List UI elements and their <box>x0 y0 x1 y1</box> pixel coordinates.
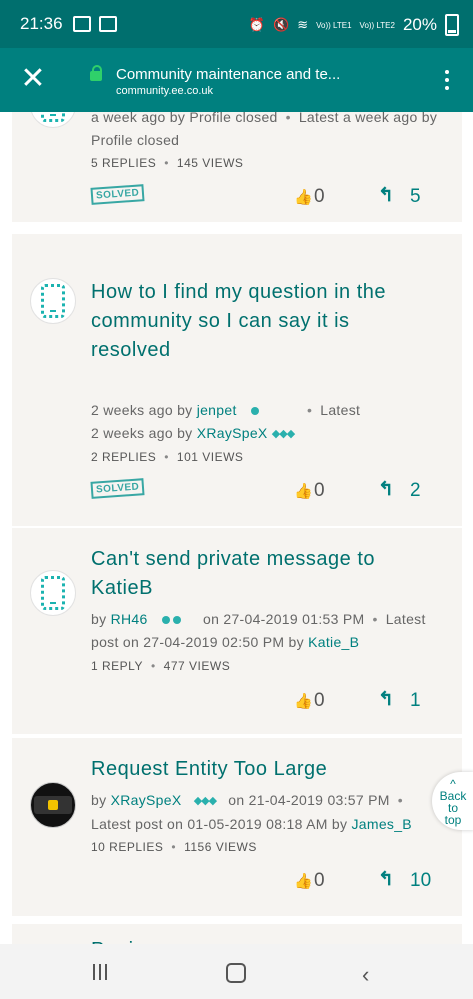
reply-count-text: 1 REPLY <box>91 659 143 673</box>
status-time: 21:36 <box>20 14 63 33</box>
system-nav-bar: ‹ <box>0 944 473 999</box>
view-count-text: 145 VIEWS <box>176 156 244 170</box>
page-title: Community maintenance and te... <box>116 66 341 83</box>
view-count-text: 101 VIEWS <box>176 450 244 464</box>
reply-count-text: 5 REPLIES <box>91 156 157 170</box>
solved-badge: SOLVED <box>90 478 145 499</box>
reply-icon[interactable]: ↰ <box>378 184 394 207</box>
reply-count-text: 10 REPLIES <box>91 840 164 854</box>
rank-dot-icon <box>161 616 170 625</box>
recent-apps-icon[interactable] <box>93 964 111 980</box>
close-icon[interactable]: ✕ <box>18 64 48 94</box>
solved-badge: SOLVED <box>90 184 145 205</box>
avatar <box>30 278 76 324</box>
rank-stars-icon: ◆◆◆ <box>193 794 217 807</box>
reply-icon[interactable]: ↰ <box>378 478 394 501</box>
battery-percent: 20% <box>402 15 437 34</box>
thumbs-up-icon[interactable]: 👍 <box>294 188 313 206</box>
list-item[interactable]: a week ago by Profile closed • Latest a we… <box>12 112 462 222</box>
page-url: community.ee.co.uk <box>116 85 214 97</box>
signal-lte2: Vo)) LTE2 <box>359 20 395 30</box>
author-link[interactable]: jenpet <box>197 402 237 418</box>
thumbs-up-icon[interactable]: 👍 <box>294 692 313 710</box>
image-location-icon <box>98 16 117 32</box>
list-item[interactable]: Request Entity Too Large by XRaySpeX ◆◆◆… <box>12 738 462 916</box>
reply-count-text: 2 REPLIES <box>91 450 157 464</box>
reply-icon[interactable]: ↰ <box>378 868 394 891</box>
signal-lte1: Vo)) LTE1 <box>316 20 352 30</box>
thread-title[interactable]: Pa..i.. <box>91 936 146 944</box>
mute-icon: 🔇 <box>273 17 290 32</box>
view-count-text: 477 VIEWS <box>163 659 231 673</box>
author-link[interactable]: XRaySpeX <box>111 792 182 808</box>
lock-icon <box>90 65 102 81</box>
like-count: 0 <box>314 480 325 501</box>
gallery-icon <box>72 16 91 32</box>
like-count: 0 <box>314 690 325 711</box>
author-link[interactable]: James_B <box>351 816 411 832</box>
thread-title[interactable]: How to I find my question in the communi… <box>91 278 386 365</box>
author-link[interactable]: XRaySpeX <box>197 425 268 441</box>
avatar <box>30 570 76 616</box>
thread-title[interactable]: Request Entity Too Large <box>91 755 327 784</box>
thread-title[interactable]: Can't send private message to KatieB <box>91 545 375 603</box>
like-count: 0 <box>314 186 325 207</box>
author-link[interactable]: Katie_B <box>308 634 359 650</box>
rank-stars-icon: ◆◆◆ <box>271 427 295 440</box>
overflow-menu-icon[interactable] <box>445 70 449 94</box>
reply-count: 5 <box>410 186 421 207</box>
reply-count: 10 <box>410 870 432 891</box>
list-item[interactable]: Pa..i.. <box>12 924 462 944</box>
battery-icon <box>445 14 459 36</box>
custom-tab-toolbar: ✕ Community maintenance and te... commun… <box>0 48 473 112</box>
rank-dot-icon <box>250 407 259 416</box>
reply-icon[interactable]: ↰ <box>378 688 394 711</box>
avatar <box>30 112 76 128</box>
view-count-text: 1156 VIEWS <box>184 840 257 854</box>
thumbs-up-icon[interactable]: 👍 <box>294 872 313 890</box>
like-count: 0 <box>314 870 325 891</box>
status-bar: 21:36 ⏰ 🔇 ≋ Vo)) LTE1 Vo)) LTE2 20% <box>0 0 473 48</box>
reply-count: 1 <box>410 690 421 711</box>
home-icon[interactable] <box>226 963 246 983</box>
list-item[interactable]: Can't send private message to KatieB by … <box>12 528 462 734</box>
back-icon[interactable]: ‹ <box>362 962 369 988</box>
thumbs-up-icon[interactable]: 👍 <box>294 482 313 500</box>
author-link[interactable]: RH46 <box>111 611 148 627</box>
avatar <box>30 782 76 828</box>
reply-count: 2 <box>410 480 421 501</box>
list-item[interactable]: How to I find my question in the communi… <box>12 234 462 526</box>
alarm-icon: ⏰ <box>248 17 266 32</box>
wifi-icon: ≋ <box>297 17 309 32</box>
thread-list: a week ago by Profile closed • Latest a we… <box>0 112 473 944</box>
